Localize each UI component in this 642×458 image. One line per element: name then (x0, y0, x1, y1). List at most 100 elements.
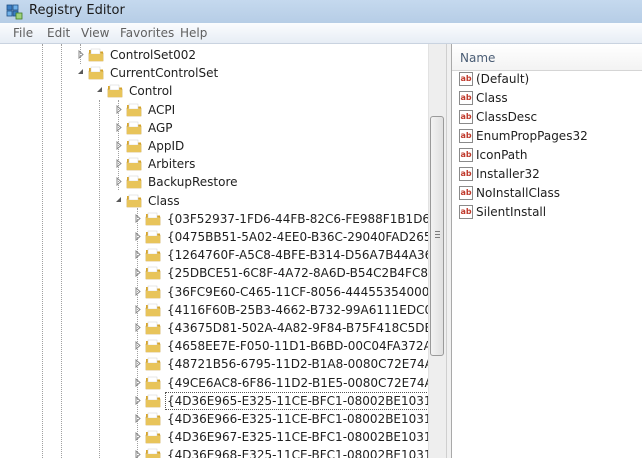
value-name: ClassDesc (476, 110, 538, 124)
folder-icon (126, 156, 142, 171)
column-header-name[interactable]: Name (452, 44, 642, 71)
tree-node-label[interactable]: {4D36E966-E325-11CE-BFC1-08002BE10318} (165, 410, 446, 428)
tree-node[interactable]: {1264760F-A5C8-4BFE-B314-D56A7B44A362} (0, 246, 446, 264)
tree-node[interactable]: AGP (0, 119, 428, 137)
tree-node-label[interactable]: {0475BB51-5A02-4EE0-B36C-29040FAD2650} (165, 228, 446, 246)
value-item[interactable]: ab NoInstallClass (457, 184, 642, 203)
tree-node-label[interactable]: ACPI (146, 101, 177, 119)
value-item[interactable]: ab IconPath (457, 146, 642, 165)
tree-node[interactable]: {48721B56-6795-11D2-B1A8-0080C72E74A2} (0, 355, 446, 373)
tree-node[interactable]: Control (0, 82, 428, 100)
expand-arrow-icon[interactable] (134, 287, 142, 296)
value-name: (Default) (476, 72, 530, 86)
collapse-arrow-icon[interactable] (77, 68, 85, 77)
folder-icon (145, 411, 161, 426)
tree-node-label[interactable]: ControlSet002 (108, 46, 198, 64)
tree-node-label[interactable]: {4658EE7E-F050-11D1-B6BD-00C04FA372A7} (165, 337, 446, 355)
tree-node[interactable]: {36FC9E60-C465-11CF-8056-444553540000} (0, 283, 445, 301)
expand-arrow-icon[interactable] (115, 105, 123, 114)
tree-node[interactable]: ControlSet002 (0, 46, 428, 64)
folder-icon (88, 47, 104, 62)
tree-node-label[interactable]: {4D36E965-E325-11CE-BFC1-08002BE10318} (165, 392, 446, 410)
tree-node-label[interactable]: {48721B56-6795-11D2-B1A8-0080C72E74A2} (165, 355, 446, 373)
expand-arrow-icon[interactable] (134, 341, 142, 350)
expand-arrow-icon[interactable] (134, 432, 142, 441)
expand-arrow-icon[interactable] (134, 378, 142, 387)
tree-node-label[interactable]: {03F52937-1FD6-44FB-82C6-FE988F1B1D61} (165, 210, 446, 228)
value-item[interactable]: ab SilentInstall (457, 203, 642, 222)
tree-node[interactable]: {25DBCE51-6C8F-4A72-8A6D-B54C2B4FC835} (0, 264, 446, 282)
folder-icon (88, 65, 104, 80)
expand-arrow-icon[interactable] (134, 450, 142, 458)
value-item[interactable]: ab ClassDesc (457, 108, 642, 127)
value-item[interactable]: ab Class (457, 89, 642, 108)
collapse-arrow-icon[interactable] (96, 86, 104, 95)
expand-arrow-icon[interactable] (134, 323, 142, 332)
expand-arrow-icon[interactable] (77, 50, 85, 59)
tree-node-label[interactable]: {43675D81-502A-4A82-9F84-B75F418C5DEA} (165, 319, 446, 337)
menu-favorites[interactable]: Favorites (120, 26, 174, 40)
tree-node[interactable]: BackupRestore (0, 173, 428, 191)
value-item[interactable]: ab Installer32 (457, 165, 642, 184)
expand-arrow-icon[interactable] (134, 214, 142, 223)
expand-arrow-icon[interactable] (134, 268, 142, 277)
tree-node[interactable]: {0475BB51-5A02-4EE0-B36C-29040FAD2650} (0, 228, 446, 246)
menu-help[interactable]: Help (180, 26, 207, 40)
expand-arrow-icon[interactable] (134, 414, 142, 423)
value-item[interactable]: ab EnumPropPages32 (457, 127, 642, 146)
tree-node[interactable]: {4658EE7E-F050-11D1-B6BD-00C04FA372A7} (0, 337, 446, 355)
expand-arrow-icon[interactable] (134, 232, 142, 241)
title-bar[interactable]: Registry Editor (0, 0, 642, 24)
tree-node[interactable]: CurrentControlSet (0, 64, 428, 82)
tree-node-label[interactable]: Control (127, 82, 174, 100)
tree-node-label[interactable]: {4116F60B-25B3-4662-B732-99A6111EDC0B} (165, 301, 446, 319)
expand-arrow-icon[interactable] (115, 123, 123, 132)
tree-node-label[interactable]: {4D36E967-E325-11CE-BFC1-08002BE10318} (165, 428, 446, 446)
tree-vertical-scrollbar[interactable] (428, 44, 446, 458)
tree-node-label[interactable]: AppID (146, 137, 186, 155)
expand-arrow-icon[interactable] (134, 359, 142, 368)
tree-node-label[interactable]: {25DBCE51-6C8F-4A72-8A6D-B54C2B4FC835} (165, 264, 446, 282)
expand-arrow-icon[interactable] (134, 305, 142, 314)
tree-node[interactable]: {49CE6AC8-6F86-11D2-B1E5-0080C72E74A2} (0, 374, 446, 392)
expand-arrow-icon[interactable] (115, 177, 123, 186)
tree-node-label[interactable]: {36FC9E60-C465-11CF-8056-444553540000} (165, 283, 446, 301)
value-name: EnumPropPages32 (476, 129, 588, 143)
tree-node-label[interactable]: {49CE6AC8-6F86-11D2-B1E5-0080C72E74A2} (165, 374, 446, 392)
folder-icon (145, 211, 161, 226)
tree-node-label[interactable]: CurrentControlSet (108, 64, 220, 82)
folder-icon (145, 393, 161, 408)
registry-key-tree[interactable]: ControlSet002 CurrentControlSet Control ACP… (0, 44, 446, 458)
value-item[interactable]: ab (Default) (457, 70, 642, 89)
tree-node[interactable]: Arbiters (0, 155, 428, 173)
registry-editor-icon (6, 3, 23, 20)
menu-edit[interactable]: Edit (47, 26, 70, 40)
tree-node-label[interactable]: BackupRestore (146, 173, 240, 191)
tree-node[interactable]: {4D36E965-E325-11CE-BFC1-08002BE10318} (0, 392, 446, 410)
tree-node[interactable]: {4116F60B-25B3-4662-B732-99A6111EDC0B} (0, 301, 446, 319)
tree-node-label[interactable]: Arbiters (146, 155, 197, 173)
tree-node[interactable]: Class (0, 192, 428, 210)
tree-node-label[interactable]: {1264760F-A5C8-4BFE-B314-D56A7B44A362} (165, 246, 446, 264)
expand-arrow-icon[interactable] (115, 141, 123, 150)
tree-node[interactable]: {43675D81-502A-4A82-9F84-B75F418C5DEA} (0, 319, 446, 337)
scrollbar-thumb[interactable] (430, 116, 444, 356)
expand-arrow-icon[interactable] (134, 250, 142, 259)
tree-node[interactable]: {03F52937-1FD6-44FB-82C6-FE988F1B1D61} (0, 210, 445, 228)
tree-node-label[interactable]: Class (146, 192, 182, 210)
folder-icon (145, 429, 161, 444)
tree-node[interactable]: AppID (0, 137, 428, 155)
tree-node[interactable]: {4D36E966-E325-11CE-BFC1-08002BE10318} (0, 410, 446, 428)
tree-node-label[interactable]: AGP (146, 119, 175, 137)
menu-file[interactable]: File (13, 26, 33, 40)
tree-node[interactable]: {4D36E968-E325-11CE-BFC1-08002BE10318} (0, 446, 446, 458)
expand-arrow-icon[interactable] (134, 396, 142, 405)
folder-icon (145, 320, 161, 335)
values-list[interactable]: Name ab (Default) ab Class ab ClassDesc ab Enum… (452, 44, 642, 458)
collapse-arrow-icon[interactable] (115, 196, 123, 205)
expand-arrow-icon[interactable] (115, 159, 123, 168)
tree-node-label[interactable]: {4D36E968-E325-11CE-BFC1-08002BE10318} (165, 446, 446, 458)
tree-node[interactable]: {4D36E967-E325-11CE-BFC1-08002BE10318} (0, 428, 446, 446)
menu-view[interactable]: View (81, 26, 109, 40)
tree-node[interactable]: ACPI (0, 101, 428, 119)
